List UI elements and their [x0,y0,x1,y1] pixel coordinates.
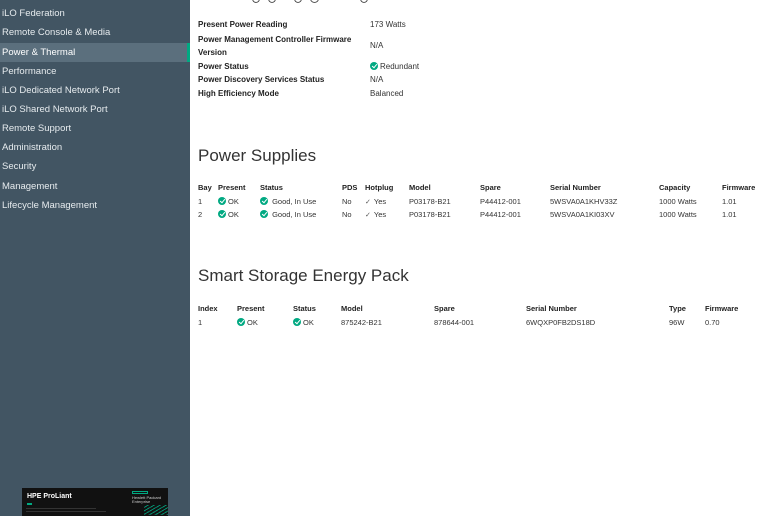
cell-present-text: OK [228,210,239,219]
brand-accent-bar [27,503,32,505]
cell-status: Good, In Use [260,197,316,206]
cell-model: P03178-B21 [409,210,451,219]
sidebar-item-power-thermal[interactable]: Power & Thermal [0,43,190,62]
power-status-text: Redundant [380,62,420,71]
cell-status-text: OK [303,318,314,327]
brand-fine-print [26,508,96,509]
cell-present: OK [237,318,258,327]
present-power-reading-value: 173 Watts [370,20,406,29]
col-firmware: Firmware [705,304,739,313]
energy-pack-title: Smart Storage Energy Pack [198,266,409,285]
pmc-firmware-label-line2: Version [198,48,227,57]
efficiency-mode-value: Balanced [370,89,404,98]
ok-icon [260,197,268,205]
col-type: Type [669,304,686,313]
cell-present: OK [218,210,239,219]
col-capacity: Capacity [659,183,691,192]
ok-icon [218,197,226,205]
cell-hotplug-text: Yes [373,210,387,219]
sidebar-item-lifecycle-management[interactable]: Lifecycle Management [0,196,190,215]
col-present: Present [237,304,265,313]
ok-icon [293,318,301,326]
cell-bay: 1 [198,197,203,206]
checkmark-icon: ✓ [365,199,371,206]
discovery-status-value: N/A [370,75,384,84]
cell-present-text: OK [228,197,239,206]
power-supplies-title: Power Supplies [198,146,317,165]
col-pds: PDS [342,183,358,192]
cell-model: P03178-B21 [409,197,451,206]
cell-pds: No [342,210,352,219]
sidebar-item-remote-console[interactable]: Remote Console & Media [0,23,190,42]
cut-off-heading [190,0,780,6]
power-status-label: Power Status [198,62,249,71]
cell-firmware: 1.01 [722,197,737,206]
sidebar-item-remote-support[interactable]: Remote Support [0,119,190,138]
cell-bay: 2 [198,210,203,219]
cell-serial: 6WQXP0FB2DS18D [526,318,596,327]
cell-present-text: OK [247,318,258,327]
col-serial-number: Serial Number [526,304,577,313]
hpe-logo-text: Hewlett Packard Enterprise [132,495,162,504]
col-spare: Spare [480,183,501,192]
cell-spare: 878644-001 [434,318,475,327]
ok-icon [260,210,268,218]
cell-hotplug: ✓ Yes [365,210,386,219]
ok-icon [218,210,226,218]
cell-serial: 5WSVA0A1KHV33Z [550,197,618,206]
cell-status: OK [293,318,314,327]
cell-present: OK [218,197,239,206]
cell-status-text: Good, In Use [272,210,317,219]
brand-fine-print [26,511,106,512]
col-firmware: Firmware [722,183,756,192]
status-ok-icon [370,62,378,70]
discovery-status-label: Power Discovery Services Status [198,75,325,84]
sidebar: iLO Federation Remote Console & Media Po… [0,0,190,516]
checkmark-icon: ✓ [365,212,371,219]
cell-firmware: 0.70 [705,318,720,327]
cell-status-text: Good, In Use [272,197,317,206]
sidebar-item-ilo-dedicated-port[interactable]: iLO Dedicated Network Port [0,81,190,100]
brand-title: HPE ProLiant [27,493,72,500]
present-power-reading-label: Present Power Reading [198,20,288,29]
col-status: Status [293,304,316,313]
cell-type: 96W [669,318,685,327]
hpe-logo-icon [132,491,148,494]
cell-capacity: 1000 Watts [659,210,697,219]
cell-index: 1 [198,318,203,327]
col-present: Present [218,183,246,192]
cell-spare: P44412-001 [480,210,521,219]
sidebar-item-performance[interactable]: Performance [0,62,190,81]
pmc-firmware-value: N/A [370,41,384,50]
cell-hotplug: ✓ Yes [365,197,386,206]
cell-serial: 5WSVA0A1KI03XV [550,210,615,219]
cell-status: Good, In Use [260,210,316,219]
sidebar-item-management[interactable]: Management [0,177,190,196]
col-serial-number: Serial Number [550,183,601,192]
brand-stripes-graphic [144,505,168,515]
pmc-firmware-label: Power Management Controller Firmware [198,35,352,44]
col-model: Model [341,304,363,313]
sidebar-item-security[interactable]: Security [0,157,190,176]
cell-model: 875242-B21 [341,318,382,327]
main-content: Present Power Reading 173 Watts Power Ma… [190,0,780,516]
ok-icon [237,318,245,326]
sidebar-item-administration[interactable]: Administration [0,138,190,157]
cell-capacity: 1000 Watts [659,197,697,206]
col-model: Model [409,183,431,192]
power-status-value: Redundant [370,62,419,71]
cell-hotplug-text: Yes [373,197,387,206]
proliant-brand-panel: HPE ProLiant Hewlett Packard Enterprise [22,488,168,516]
sidebar-item-ilo-federation[interactable]: iLO Federation [0,4,190,23]
col-hotplug: Hotplug [365,183,394,192]
efficiency-mode-label: High Efficiency Mode [198,89,279,98]
col-spare: Spare [434,304,455,313]
col-index: Index [198,304,218,313]
sidebar-item-ilo-shared-port[interactable]: iLO Shared Network Port [0,100,190,119]
col-status: Status [260,183,283,192]
cell-spare: P44412-001 [480,197,521,206]
cell-firmware: 1.01 [722,210,737,219]
cell-pds: No [342,197,352,206]
col-bay: Bay [198,183,212,192]
